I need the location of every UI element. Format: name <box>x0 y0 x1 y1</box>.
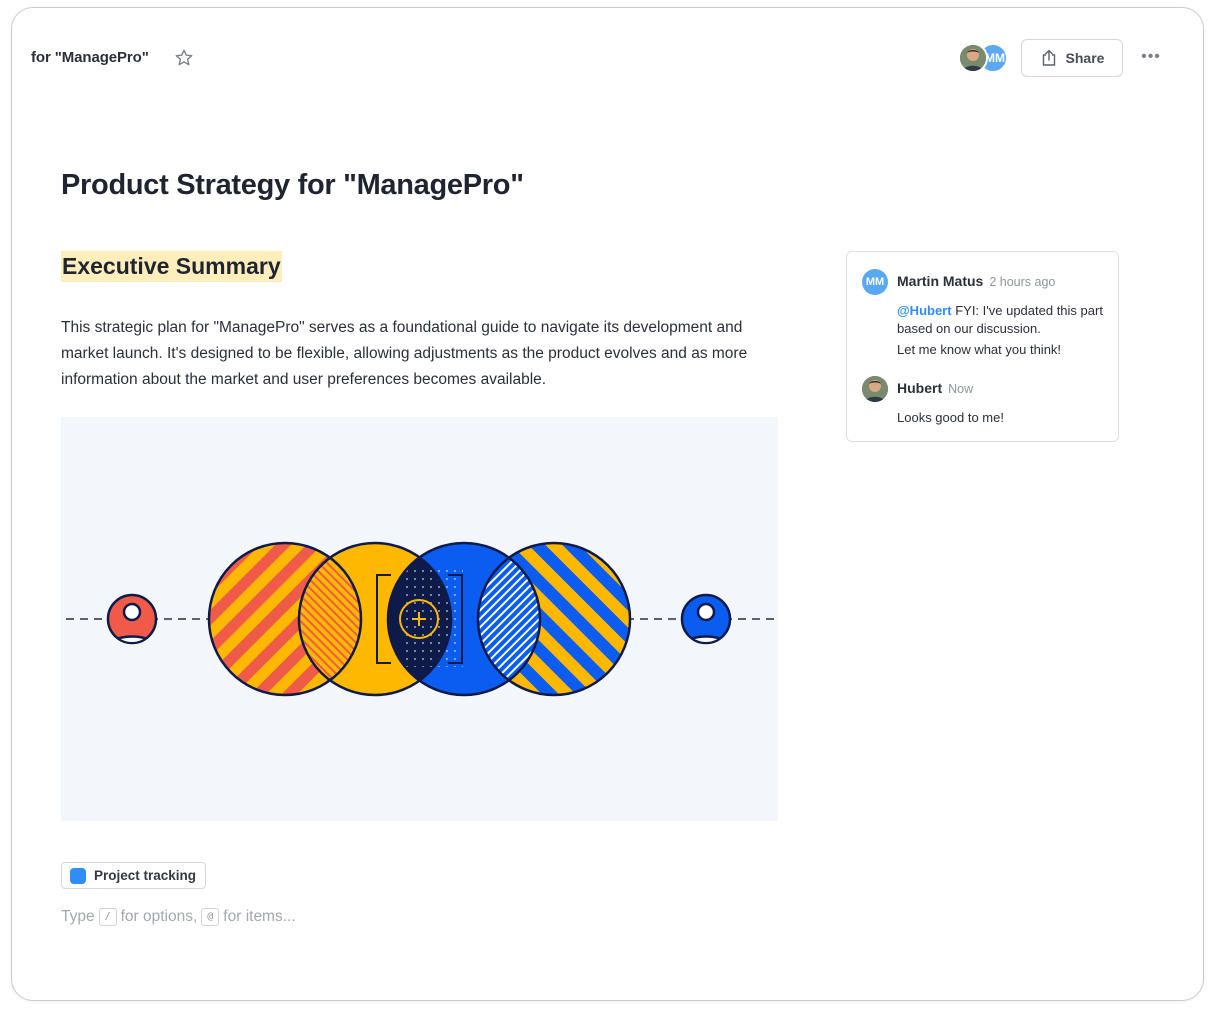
comment-body: @Hubert FYI: I've updated this part base… <box>897 302 1107 338</box>
section-heading[interactable]: Executive Summary <box>61 251 282 282</box>
author-name: Martin Matus <box>897 273 984 289</box>
share-icon <box>1042 49 1055 66</box>
comment-time: 2 hours ago <box>989 275 1056 289</box>
share-button[interactable]: Share <box>1021 39 1123 77</box>
mention-link[interactable]: @Hubert <box>897 303 952 318</box>
user-icon <box>106 593 158 645</box>
comment-author: Hubert Now <box>897 380 973 396</box>
avatar <box>862 376 888 402</box>
strategy-illustration <box>61 417 778 821</box>
tag-label: Project tracking <box>94 868 197 883</box>
hint-text: Type <box>61 908 95 925</box>
comment-item[interactable]: Hubert Now Looks good to me! <box>862 376 1107 436</box>
editor-placeholder[interactable]: Type / for options, @ for items... <box>61 908 296 926</box>
hint-text: for items... <box>223 908 296 925</box>
comment-body: Looks good to me! <box>897 410 1004 425</box>
collaborator-avatars[interactable]: MM <box>958 43 1010 73</box>
comment-item[interactable]: MM Martin Matus 2 hours ago @Hubert FYI: … <box>862 269 1107 359</box>
at-key: @ <box>201 908 220 926</box>
comment-thread[interactable]: MM Martin Matus 2 hours ago @Hubert FYI: … <box>846 251 1119 442</box>
star-icon[interactable] <box>174 48 194 68</box>
summary-paragraph[interactable]: This strategic plan for "ManagePro" serv… <box>61 315 791 392</box>
tag-project-tracking[interactable]: Project tracking <box>61 862 207 889</box>
comment-author: Martin Matus 2 hours ago <box>897 273 1055 289</box>
document-window: for "ManagePro" MM Share ••• Product Str… <box>11 7 1204 1001</box>
comment-body-line: Let me know what you think! <box>897 342 1062 357</box>
breadcrumb-title[interactable]: for "ManagePro" <box>31 49 149 66</box>
hint-text: for options, <box>120 908 198 925</box>
avatar-hubert <box>958 43 988 73</box>
comment-time: Now <box>948 382 974 396</box>
author-name: Hubert <box>897 380 943 396</box>
share-label: Share <box>1065 50 1105 66</box>
tag-color-swatch <box>70 867 86 884</box>
slash-key: / <box>98 908 117 926</box>
more-icon[interactable]: ••• <box>1140 48 1162 68</box>
avatar: MM <box>862 269 888 295</box>
user-icon <box>680 593 732 645</box>
page-title[interactable]: Product Strategy for "ManagePro" <box>61 169 524 202</box>
